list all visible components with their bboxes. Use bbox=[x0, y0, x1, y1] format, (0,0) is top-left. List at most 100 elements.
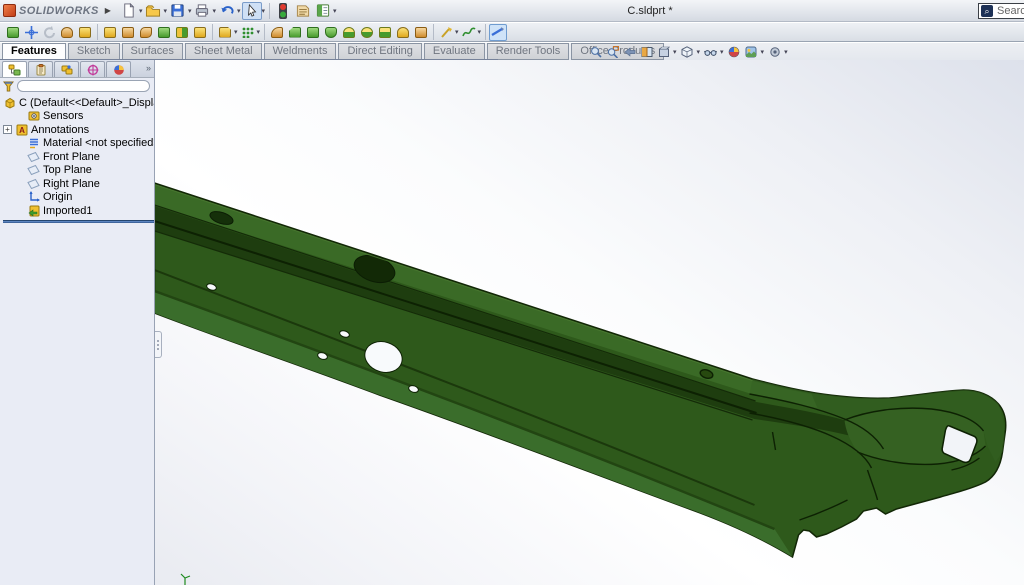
zoom-to-fit-icon[interactable] bbox=[588, 45, 603, 59]
tab-render-tools[interactable]: Render Tools bbox=[487, 43, 570, 60]
tree-item-label: Origin bbox=[43, 191, 72, 203]
view-orientation-icon[interactable] bbox=[656, 45, 671, 59]
part-model[interactable] bbox=[155, 60, 1024, 585]
select-dropdown-icon[interactable]: ▾ bbox=[262, 7, 266, 15]
reference-geometry-icon[interactable] bbox=[191, 24, 209, 41]
tab-evaluate[interactable]: Evaluate bbox=[424, 43, 485, 60]
tree-item-sensors[interactable]: Sensors bbox=[3, 110, 154, 124]
tree-item-right-plane[interactable]: Right Plane bbox=[3, 177, 154, 191]
shell-icon[interactable] bbox=[322, 24, 340, 41]
revolved-boss-icon[interactable] bbox=[101, 24, 119, 41]
tree-item-imported1[interactable]: Imported1 bbox=[3, 204, 154, 218]
file-properties-icon bbox=[295, 3, 311, 18]
smart-dimension-icon[interactable] bbox=[22, 24, 40, 41]
tab-features[interactable]: Features bbox=[2, 43, 66, 60]
expand-plus-icon[interactable]: + bbox=[3, 125, 12, 134]
plane-icon bbox=[27, 151, 40, 163]
view-settings-icon[interactable] bbox=[767, 45, 782, 59]
new-dropdown-icon[interactable]: ▾ bbox=[139, 7, 143, 15]
select-button[interactable] bbox=[242, 2, 262, 20]
open-document-button[interactable] bbox=[143, 2, 163, 20]
hide-show-dropdown-icon[interactable]: ▾ bbox=[720, 48, 724, 56]
mirror-icon[interactable] bbox=[376, 24, 394, 41]
measure-tool-active-icon[interactable] bbox=[489, 24, 507, 41]
search-box[interactable]: ⌕ Search bbox=[978, 3, 1024, 19]
displaymanager-tab[interactable] bbox=[106, 61, 131, 77]
tree-item-label: Annotations bbox=[31, 124, 89, 136]
zoom-to-area-icon[interactable] bbox=[605, 45, 620, 59]
tree-filter-input[interactable] bbox=[17, 80, 150, 92]
view-orientation-dropdown-icon[interactable]: ▾ bbox=[673, 48, 677, 56]
display-style-dropdown-icon[interactable]: ▾ bbox=[697, 48, 701, 56]
linear-pattern-icon[interactable] bbox=[239, 24, 257, 41]
open-dropdown-icon[interactable]: ▾ bbox=[163, 7, 167, 15]
tree-item-label: Front Plane bbox=[43, 151, 100, 163]
tree-item-label: Sensors bbox=[43, 110, 83, 122]
rollback-bar[interactable] bbox=[3, 220, 154, 223]
chamfer-icon[interactable] bbox=[286, 24, 304, 41]
spline-dropdown-icon[interactable]: ▾ bbox=[478, 28, 482, 36]
display-style-icon[interactable] bbox=[680, 45, 695, 59]
tab-surfaces[interactable]: Surfaces bbox=[122, 43, 183, 60]
dome-icon[interactable] bbox=[358, 24, 376, 41]
save-button[interactable] bbox=[168, 2, 188, 20]
file-properties-button[interactable] bbox=[293, 2, 313, 20]
apply-scene-icon[interactable] bbox=[744, 45, 759, 59]
tab-sketch[interactable]: Sketch bbox=[68, 43, 120, 60]
previous-view-icon[interactable] bbox=[622, 45, 637, 59]
curves-icon[interactable] bbox=[437, 24, 455, 41]
tab-direct-editing[interactable]: Direct Editing bbox=[338, 43, 421, 60]
intersect-icon[interactable] bbox=[412, 24, 430, 41]
draft-icon[interactable] bbox=[340, 24, 358, 41]
reorder-icon[interactable] bbox=[40, 24, 58, 41]
tree-item-origin[interactable]: Origin bbox=[3, 191, 154, 205]
tree-item-front-plane[interactable]: Front Plane bbox=[3, 150, 154, 164]
hole-wizard-icon[interactable] bbox=[173, 24, 191, 41]
instant3d-icon[interactable] bbox=[58, 24, 76, 41]
tree-item-material[interactable]: Material <not specified> bbox=[3, 137, 154, 151]
tree-item-annotations[interactable]: + A Annotations bbox=[3, 123, 154, 137]
edit-appearance-icon[interactable] bbox=[727, 45, 742, 59]
view-settings-dropdown-icon[interactable]: ▾ bbox=[784, 48, 788, 56]
sketch-icon[interactable] bbox=[4, 24, 22, 41]
rib-icon[interactable] bbox=[304, 24, 322, 41]
curves-dropdown-icon[interactable]: ▾ bbox=[455, 28, 459, 36]
dimxpertmanager-tab[interactable] bbox=[80, 61, 105, 77]
section-view-icon[interactable] bbox=[639, 45, 654, 59]
options-button[interactable] bbox=[313, 2, 333, 20]
solidworks-window: { "window": { "logo_text": "SOLIDWORKS",… bbox=[0, 0, 1024, 585]
hide-show-items-icon[interactable] bbox=[703, 45, 718, 59]
tab-weldments[interactable]: Weldments bbox=[264, 43, 337, 60]
print-dropdown-icon[interactable]: ▾ bbox=[212, 7, 216, 15]
spline-tools-icon[interactable] bbox=[460, 24, 478, 41]
extruded-cut-icon[interactable] bbox=[216, 24, 234, 41]
panel-splitter-handle[interactable] bbox=[155, 331, 162, 358]
save-dropdown-icon[interactable]: ▾ bbox=[188, 7, 192, 15]
undo-button[interactable] bbox=[217, 2, 237, 20]
panel-tabs-overflow-icon[interactable]: » bbox=[146, 63, 151, 73]
command-manager-tabs: Features Sketch Surfaces Sheet Metal Wel… bbox=[2, 43, 666, 60]
rebuild-button[interactable] bbox=[273, 2, 293, 20]
undo-dropdown-icon[interactable]: ▾ bbox=[237, 7, 241, 15]
solidworks-logo[interactable]: SOLIDWORKS bbox=[3, 4, 99, 17]
extruded-boss-icon[interactable] bbox=[76, 24, 94, 41]
new-document-button[interactable] bbox=[119, 2, 139, 20]
wrap-icon[interactable] bbox=[394, 24, 412, 41]
fillet-icon[interactable] bbox=[268, 24, 286, 41]
propertymanager-tab[interactable] bbox=[28, 61, 53, 77]
configurationmanager-tab[interactable] bbox=[54, 61, 79, 77]
tree-root-part[interactable]: C (Default<<Default>_Display Sta bbox=[3, 96, 154, 110]
graphics-viewport[interactable] bbox=[155, 60, 1024, 585]
cut-dropdown-icon[interactable]: ▾ bbox=[234, 28, 238, 36]
boundary-boss-icon[interactable] bbox=[155, 24, 173, 41]
featuremanager-tree-tab[interactable] bbox=[2, 61, 27, 77]
print-button[interactable] bbox=[192, 2, 212, 20]
tab-sheet-metal[interactable]: Sheet Metal bbox=[185, 43, 262, 60]
swept-boss-icon[interactable] bbox=[119, 24, 137, 41]
menu-flyout-arrow-icon[interactable]: ▶ bbox=[105, 6, 111, 15]
tree-item-top-plane[interactable]: Top Plane bbox=[3, 164, 154, 178]
pattern-dropdown-icon[interactable]: ▾ bbox=[257, 28, 261, 36]
apply-scene-dropdown-icon[interactable]: ▾ bbox=[761, 48, 765, 56]
options-dropdown-icon[interactable]: ▾ bbox=[333, 7, 337, 15]
lofted-boss-icon[interactable] bbox=[137, 24, 155, 41]
